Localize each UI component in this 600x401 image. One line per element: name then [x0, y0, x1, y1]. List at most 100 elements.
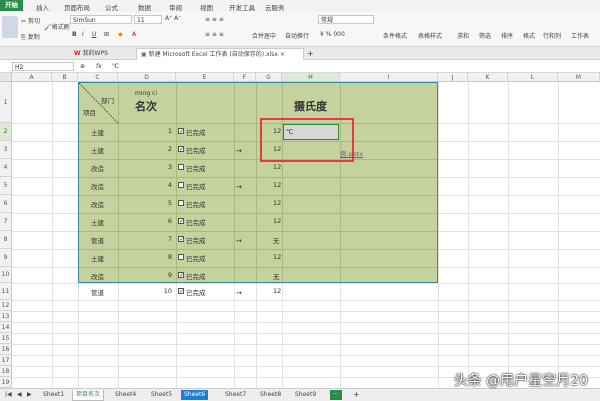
- close-tab-icon[interactable]: ×: [280, 51, 285, 58]
- row-header[interactable]: 9: [0, 249, 12, 267]
- add-sheet-icon[interactable]: +: [350, 390, 363, 400]
- border-icon[interactable]: ⊞: [104, 31, 109, 38]
- number-format-select[interactable]: 常规: [318, 15, 374, 24]
- column-header[interactable]: E: [176, 73, 234, 82]
- completion-checkbox[interactable]: ✓: [178, 146, 184, 153]
- completion-checkbox[interactable]: ✓: [178, 236, 184, 243]
- menu-formulas[interactable]: 公式: [105, 2, 118, 12]
- row-header[interactable]: 13: [0, 311, 12, 322]
- completion-checkbox[interactable]: [178, 164, 184, 170]
- italic-icon[interactable]: I: [82, 31, 84, 38]
- more-sheets-icon[interactable]: ···: [330, 390, 342, 400]
- filter-button[interactable]: 筛选: [479, 31, 491, 40]
- menu-cloud[interactable]: 云服务: [265, 2, 285, 12]
- tab-my-wps[interactable]: W 我的WPS: [70, 48, 112, 59]
- font-grow-icon[interactable]: A⁺ A⁻: [165, 15, 181, 22]
- new-tab-button[interactable]: +: [303, 48, 318, 59]
- align-left-icon[interactable]: ≡ ≡ ≡: [205, 31, 224, 38]
- column-header[interactable]: I: [340, 73, 438, 82]
- next-sheet-icon[interactable]: ▶: [24, 390, 35, 400]
- name-box[interactable]: H2: [12, 62, 74, 71]
- column-header[interactable]: K: [468, 73, 508, 82]
- sheet-tab-6[interactable]: Sheet8: [257, 390, 284, 400]
- zoom-icon[interactable]: ⊕: [80, 63, 85, 70]
- bold-icon[interactable]: B: [72, 31, 77, 38]
- table-style-button[interactable]: 表格样式: [418, 31, 442, 40]
- row-header[interactable]: 19: [0, 377, 12, 388]
- sheet-tab-4[interactable]: Sheet5: [148, 390, 175, 400]
- column-header[interactable]: L: [508, 73, 558, 82]
- format-button[interactable]: 格式: [523, 31, 535, 40]
- completion-checkbox[interactable]: [178, 200, 184, 206]
- tab-excel-doc[interactable]: ▣ 新建 Microsoft Excel 工作表 (自动保存的).xlsx ×: [136, 48, 304, 60]
- menu-data[interactable]: 数据: [138, 2, 151, 12]
- underline-icon[interactable]: U: [92, 31, 96, 38]
- select-all-corner[interactable]: [0, 73, 12, 82]
- cut-button[interactable]: ✂ 剪切: [21, 16, 40, 25]
- sheet-tab-3[interactable]: Sheet4: [112, 390, 139, 400]
- font-size-select[interactable]: 11: [134, 15, 162, 24]
- menu-view[interactable]: 视图: [200, 2, 213, 12]
- fx-icon[interactable]: fx: [96, 63, 102, 70]
- completion-checkbox[interactable]: [178, 182, 184, 188]
- row-header[interactable]: 8: [0, 231, 12, 249]
- row-header[interactable]: 14: [0, 322, 12, 333]
- hyperlink-example[interactable]: 例.potx: [340, 148, 363, 158]
- row-header[interactable]: 3: [0, 141, 12, 159]
- formula-input[interactable]: ℃: [110, 62, 596, 71]
- column-header[interactable]: B: [52, 73, 78, 82]
- row-header[interactable]: 15: [0, 333, 12, 344]
- column-header-selected[interactable]: H: [282, 73, 340, 82]
- sheet-tab-active[interactable]: Sheet6: [181, 390, 209, 400]
- conditional-format-button[interactable]: 条件格式: [383, 31, 407, 40]
- sum-button[interactable]: 求和: [457, 31, 469, 40]
- worksheet-button[interactable]: 工作表: [571, 31, 589, 40]
- column-header[interactable]: A: [12, 73, 52, 82]
- row-header[interactable]: 11: [0, 283, 12, 300]
- sheet-tab-7[interactable]: Sheet9: [292, 390, 319, 400]
- row-header[interactable]: 5: [0, 177, 12, 195]
- first-sheet-icon[interactable]: |◀: [2, 390, 15, 400]
- row-header[interactable]: 4: [0, 159, 12, 177]
- menu-home[interactable]: 开始: [0, 0, 23, 11]
- row-header-selected[interactable]: 2: [0, 123, 12, 141]
- format-painter-button[interactable]: 🖌格式刷: [44, 22, 70, 31]
- row-header[interactable]: 12: [0, 300, 12, 311]
- row-header[interactable]: 1: [0, 82, 12, 123]
- column-header[interactable]: F: [234, 73, 256, 82]
- percent-icon[interactable]: ¥ % 000: [320, 31, 345, 38]
- sheet-tab-1[interactable]: Sheet1: [40, 390, 67, 400]
- completion-checkbox[interactable]: ✓: [178, 128, 184, 135]
- copy-button[interactable]: ⎘ 复制: [21, 32, 40, 42]
- menu-insert[interactable]: 插入: [36, 2, 49, 12]
- merge-center-button[interactable]: 合并居中: [252, 31, 276, 40]
- wrap-text-button[interactable]: 自动换行: [285, 31, 309, 40]
- align-top-icon[interactable]: ≡ ≡ ≡: [205, 16, 224, 23]
- completion-checkbox[interactable]: [178, 254, 184, 260]
- row-header[interactable]: 18: [0, 366, 12, 377]
- column-header[interactable]: J: [438, 73, 468, 82]
- row-header[interactable]: 10: [0, 267, 12, 283]
- fill-color-icon[interactable]: ◆: [118, 31, 123, 38]
- menu-developer[interactable]: 开发工具: [229, 2, 255, 12]
- completion-checkbox[interactable]: ✓: [178, 272, 184, 279]
- column-header[interactable]: D: [118, 73, 176, 82]
- column-header[interactable]: C: [78, 73, 118, 82]
- sheet-tab-2[interactable]: 项目名次: [72, 390, 105, 401]
- row-col-button[interactable]: 行和列: [543, 31, 561, 40]
- sheet-tab-5[interactable]: Sheet7: [222, 390, 249, 400]
- font-name-select[interactable]: SimSun: [70, 15, 132, 24]
- menu-review[interactable]: 审阅: [169, 2, 182, 12]
- completion-checkbox[interactable]: ✓: [178, 218, 184, 225]
- column-header[interactable]: M: [558, 73, 600, 82]
- font-color-icon[interactable]: A: [132, 31, 136, 38]
- paste-icon[interactable]: [2, 16, 18, 38]
- row-header[interactable]: 16: [0, 344, 12, 355]
- menu-page-layout[interactable]: 页面布局: [64, 2, 90, 12]
- column-header[interactable]: G: [256, 73, 282, 82]
- row-header[interactable]: 17: [0, 355, 12, 366]
- completion-checkbox[interactable]: ✓: [178, 288, 184, 295]
- row-header[interactable]: 7: [0, 213, 12, 231]
- row-header[interactable]: 6: [0, 195, 12, 213]
- sort-button[interactable]: 排序: [501, 31, 513, 40]
